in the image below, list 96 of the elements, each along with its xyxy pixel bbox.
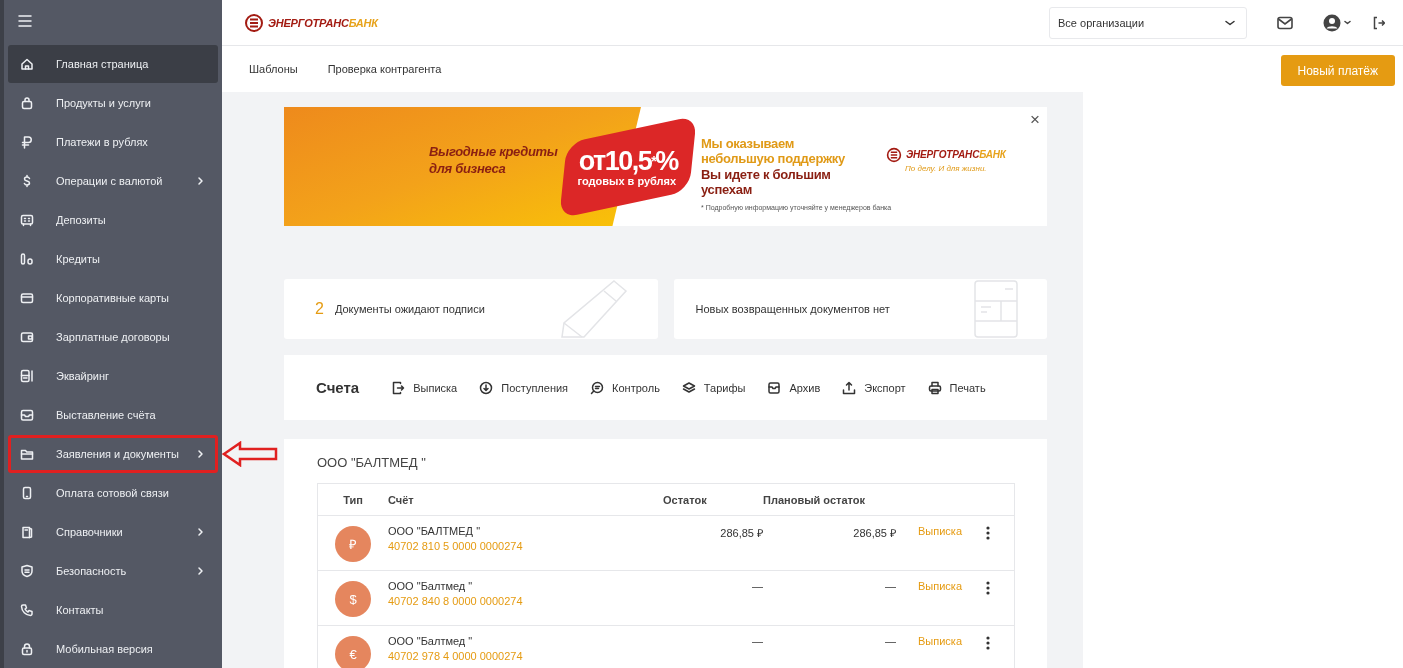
currency-badge: € bbox=[335, 636, 371, 668]
download-icon bbox=[479, 380, 494, 395]
balance: — bbox=[752, 580, 763, 592]
logout-icon[interactable] bbox=[1373, 15, 1385, 30]
chevron-right-icon bbox=[196, 449, 205, 459]
column-header: Счёт bbox=[388, 493, 415, 506]
document-drawing bbox=[973, 279, 1019, 339]
rate-text: от10,5$^{*}$% bbox=[579, 146, 679, 175]
home-icon bbox=[20, 57, 34, 71]
banner-slogan: Вы идете к большим успехам bbox=[701, 167, 832, 197]
sidebar-item[interactable]: Заявления и документы bbox=[8, 435, 218, 473]
planned-balance: 286,85 ₽ bbox=[853, 527, 896, 539]
info-text: Новых возвращенных документов нет bbox=[695, 303, 890, 315]
menu-icon[interactable] bbox=[18, 13, 32, 28]
sidebar-item[interactable]: Корпоративные карты bbox=[8, 279, 218, 317]
document-count: 2 bbox=[315, 300, 324, 318]
account-menu[interactable] bbox=[1323, 13, 1351, 32]
currency-badge: ₽ bbox=[335, 526, 371, 562]
lock-icon bbox=[20, 642, 34, 656]
statement-icon bbox=[391, 380, 406, 395]
kebab-menu-icon[interactable] bbox=[986, 636, 990, 650]
book-icon bbox=[20, 525, 34, 539]
folder-icon bbox=[20, 447, 34, 461]
bank-logo: ЭНЕРГОТРАНСБАНК bbox=[244, 12, 378, 33]
sidebar-item[interactable]: Оплата сотовой связи bbox=[8, 474, 218, 512]
chevron-right-icon bbox=[196, 527, 205, 537]
sidebar-item[interactable]: Мобильная версия bbox=[8, 630, 218, 668]
info-card[interactable]: Новых возвращенных документов нет bbox=[673, 279, 1047, 339]
account-name: ООО "Балтмед " bbox=[388, 635, 474, 647]
toolbar-button[interactable]: Тарифы bbox=[681, 380, 746, 395]
info-text: Документы ожидают подписи bbox=[334, 303, 485, 315]
column-header: Тип bbox=[343, 493, 363, 506]
chat-search-icon bbox=[590, 380, 605, 395]
close-button[interactable]: × bbox=[1030, 111, 1040, 129]
bag-icon bbox=[20, 96, 34, 110]
chevron-right-icon bbox=[196, 566, 205, 576]
arrow-icon bbox=[222, 441, 278, 467]
ruble-icon bbox=[20, 135, 34, 149]
balance: 286,85 ₽ bbox=[720, 527, 763, 539]
chevron-right-icon bbox=[196, 176, 205, 186]
info-card[interactable]: 2 Документы ожидают подписи bbox=[284, 279, 658, 339]
mail-icon[interactable] bbox=[1277, 15, 1293, 30]
toolbar-button[interactable]: Архив bbox=[767, 380, 821, 395]
bank-logo: ЭНЕРГОТРАНСБАНК bbox=[886, 146, 1006, 163]
sidebar-item[interactable]: Депозиты bbox=[8, 201, 218, 239]
sidebar-item[interactable]: Контакты bbox=[8, 591, 218, 629]
subnav-link[interactable]: Шаблоны bbox=[249, 63, 298, 75]
archive-icon bbox=[767, 380, 782, 395]
phone-icon bbox=[20, 486, 34, 500]
card-icon bbox=[20, 291, 34, 305]
account-name: ООО "Балтмед " bbox=[388, 580, 474, 592]
kebab-menu-icon[interactable] bbox=[986, 581, 990, 595]
sidebar-item[interactable]: Кредиты bbox=[8, 240, 218, 278]
column-header: Остаток bbox=[663, 493, 708, 506]
terminal-icon bbox=[20, 369, 34, 383]
sidebar-item[interactable]: Зарплатные договоры bbox=[8, 318, 218, 356]
promo-banner[interactable] bbox=[284, 107, 1047, 226]
kebab-menu-icon[interactable] bbox=[986, 526, 990, 540]
toolbar-button[interactable]: Экспорт bbox=[842, 380, 906, 395]
sidebar-item[interactable]: Выставление счёта bbox=[8, 396, 218, 434]
safe-icon bbox=[20, 213, 34, 227]
toolbar-button[interactable]: Печать bbox=[927, 380, 986, 395]
subnav-link[interactable]: Проверка контрагента bbox=[327, 63, 442, 75]
caret-icon bbox=[1344, 20, 1351, 25]
bars-icon bbox=[20, 252, 34, 266]
sidebar-item[interactable]: Справочники bbox=[8, 513, 218, 551]
company-name: ООО "БАЛТМЕД " bbox=[317, 455, 427, 470]
toolbar-button[interactable]: Контроль bbox=[590, 380, 660, 395]
upload-icon bbox=[842, 380, 857, 395]
sidebar-item[interactable]: Главная страница bbox=[8, 45, 218, 83]
sidebar-item[interactable]: Платежи в рублях bbox=[8, 123, 218, 161]
logo-tagline: По делу. И для жизни. bbox=[905, 163, 987, 173]
sidebar-item[interactable]: Безопасность bbox=[8, 552, 218, 590]
sidebar-item[interactable]: Эквайринг bbox=[8, 357, 218, 395]
planned-balance: — bbox=[885, 635, 896, 647]
layers-icon bbox=[681, 380, 696, 395]
rate-note: годовых в рублях bbox=[577, 174, 676, 187]
planned-balance: — bbox=[885, 580, 896, 592]
banner-headline: Выгодные кредиты для бизнеса bbox=[428, 142, 559, 177]
wallet-icon bbox=[20, 330, 34, 344]
shield-icon bbox=[20, 564, 34, 578]
toolbar-button[interactable]: Выписка bbox=[391, 380, 458, 395]
account-name: ООО "БАЛТМЕД " bbox=[388, 525, 482, 537]
sidebar-item[interactable]: Продукты и услуги bbox=[8, 84, 218, 122]
user-icon bbox=[1323, 13, 1341, 32]
section-title: Счета bbox=[316, 379, 360, 396]
balance: — bbox=[752, 635, 763, 647]
organization-select[interactable]: Все организации bbox=[1049, 6, 1247, 39]
envelope-icon bbox=[20, 408, 34, 422]
banner-slogan: Мы оказываем небольшую поддержку bbox=[701, 136, 846, 166]
handset-icon bbox=[20, 603, 34, 617]
sidebar-item[interactable]: Операции с валютой bbox=[8, 162, 218, 200]
toolbar-button[interactable]: Поступления bbox=[479, 380, 569, 395]
printer-icon bbox=[927, 380, 942, 395]
currency-badge: $ bbox=[335, 581, 371, 617]
column-header: Плановый остаток bbox=[763, 493, 866, 506]
